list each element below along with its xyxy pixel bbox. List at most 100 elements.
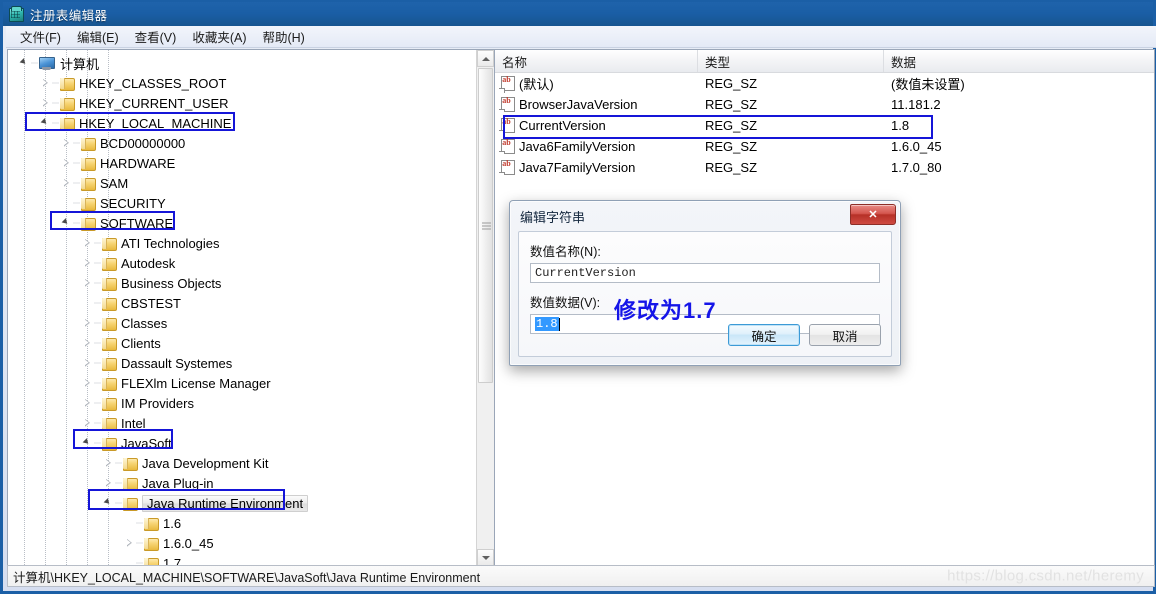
tree-connector-line [115, 453, 122, 473]
column-header-data[interactable]: 数据 [884, 50, 1154, 72]
registry-editor-window: 注册表编辑器 文件(F) 编辑(E) 查看(V) 收藏夹(A) 帮助(H) 计算机 HKE… [0, 0, 1156, 594]
triangle-collapsed-icon[interactable] [81, 233, 94, 253]
menu-edit[interactable]: 编辑(E) [69, 25, 127, 48]
cell-type: REG_SZ [705, 160, 758, 175]
triangle-collapsed-icon[interactable] [81, 253, 94, 273]
cell-name: ab BrowserJavaVersion [495, 97, 698, 112]
value-data-text: 1.8 [535, 317, 559, 331]
folder-icon [101, 316, 117, 331]
triangle-collapsed-icon[interactable] [60, 153, 73, 173]
triangle-expanded-icon[interactable] [39, 113, 52, 133]
tree-connector-line [115, 493, 122, 513]
cancel-button[interactable]: 取消 [809, 324, 881, 346]
tree-item-hkey-classes-root[interactable]: HKEY_CLASSES_ROOT [8, 73, 477, 93]
tree-connector-line [52, 93, 59, 113]
tree-item-hkey-local-machine[interactable]: HKEY_LOCAL_MACHINE [8, 113, 477, 133]
triangle-expanded-icon[interactable] [102, 493, 115, 513]
dialog-button-row: 确定 取消 [728, 324, 881, 346]
scroll-up-button[interactable] [477, 50, 494, 67]
tree-item-sam[interactable]: SAM [8, 173, 477, 193]
triangle-collapsed-icon[interactable] [60, 133, 73, 153]
tree-item-java-development-kit[interactable]: Java Development Kit [8, 453, 477, 473]
tree-connector-line [73, 213, 80, 233]
table-row[interactable]: ab Java7FamilyVersion REG_SZ 1.7.0_80 [495, 157, 1154, 178]
cell-name: ab Java7FamilyVersion [495, 160, 698, 175]
scrollbar-thumb[interactable] [478, 68, 493, 383]
tree-item-java-runtime-environment[interactable]: Java Runtime Environment [8, 493, 477, 513]
triangle-collapsed-icon[interactable] [102, 453, 115, 473]
tree-item-[interactable]: 计算机 [8, 53, 477, 73]
triangle-collapsed-icon[interactable] [81, 413, 94, 433]
ok-button[interactable]: 确定 [728, 324, 800, 346]
tree-item-clients[interactable]: Clients [8, 333, 477, 353]
triangle-collapsed-icon[interactable] [81, 313, 94, 333]
triangle-collapsed-icon[interactable] [81, 393, 94, 413]
tree-item-ati-technologies[interactable]: ATI Technologies [8, 233, 477, 253]
tree-item-autodesk[interactable]: Autodesk [8, 253, 477, 273]
value-name-text: BrowserJavaVersion [519, 97, 638, 112]
tree-connector-line [136, 513, 143, 533]
tree-item-javasoft[interactable]: JavaSoft [8, 433, 477, 453]
tree-item-java-plug-in[interactable]: Java Plug-in [8, 473, 477, 493]
menu-bar: 文件(F) 编辑(E) 查看(V) 收藏夹(A) 帮助(H) [6, 26, 1156, 48]
tree-item-im-providers[interactable]: IM Providers [8, 393, 477, 413]
tree-item-dassault-systemes[interactable]: Dassault Systemes [8, 353, 477, 373]
cell-data: (数值未设置) [891, 77, 965, 92]
triangle-collapsed-icon[interactable] [81, 373, 94, 393]
tree-item-cbstest[interactable]: CBSTEST [8, 293, 477, 313]
tree-item-label: ATI Technologies [121, 235, 220, 251]
tree-item-hkey-current-user[interactable]: HKEY_CURRENT_USER [8, 93, 477, 113]
table-row[interactable]: ab (默认) REG_SZ (数值未设置) [495, 73, 1154, 94]
menu-view[interactable]: 查看(V) [127, 25, 185, 48]
column-header-type[interactable]: 类型 [698, 50, 884, 72]
tree-item-hardware[interactable]: HARDWARE [8, 153, 477, 173]
tree-item-intel[interactable]: Intel [8, 413, 477, 433]
folder-icon [80, 156, 96, 171]
triangle-collapsed-icon[interactable] [81, 273, 94, 293]
menu-help[interactable]: 帮助(H) [254, 25, 312, 48]
tree-item-bcd00000000[interactable]: BCD00000000 [8, 133, 477, 153]
triangle-collapsed-icon[interactable] [39, 73, 52, 93]
tree-item-software[interactable]: SOFTWARE [8, 213, 477, 233]
folder-icon [101, 376, 117, 391]
triangle-collapsed-icon[interactable] [39, 93, 52, 113]
triangle-expanded-icon[interactable] [18, 53, 31, 73]
string-value-icon: ab [500, 76, 516, 91]
tree-vertical-scrollbar[interactable] [476, 50, 494, 566]
tree-item-label: Java Runtime Environment [142, 494, 309, 512]
tree-item-label: IM Providers [121, 395, 194, 411]
triangle-collapsed-icon[interactable] [81, 353, 94, 373]
tree-item-business-objects[interactable]: Business Objects [8, 273, 477, 293]
value-name-input[interactable]: CurrentVersion [530, 263, 880, 283]
table-row[interactable]: ab Java6FamilyVersion REG_SZ 1.6.0_45 [495, 136, 1154, 157]
dialog-body: 数值名称(N): CurrentVersion 数值数据(V): 1.8 确定 … [518, 231, 892, 357]
tree-item-label: HKEY_CURRENT_USER [79, 95, 229, 111]
folder-icon [101, 336, 117, 351]
folder-icon [80, 196, 96, 211]
tree-item-1-6-0-45[interactable]: 1.6.0_45 [8, 533, 477, 553]
triangle-expanded-icon[interactable] [60, 213, 73, 233]
table-row[interactable]: ab CurrentVersion REG_SZ 1.8 [495, 115, 1154, 136]
menu-favorites[interactable]: 收藏夹(A) [184, 25, 254, 48]
tree-item-classes[interactable]: Classes [8, 313, 477, 333]
tree-item-label: FLEXlm License Manager [121, 375, 271, 391]
column-header-name[interactable]: 名称 [495, 50, 698, 72]
scrollbar-grip-icon [482, 222, 491, 229]
triangle-collapsed-icon[interactable] [60, 173, 73, 193]
triangle-collapsed-icon[interactable] [102, 473, 115, 493]
tree-item-security[interactable]: SECURITY [8, 193, 477, 213]
cell-type: REG_SZ [705, 76, 758, 91]
menu-file[interactable]: 文件(F) [12, 25, 69, 48]
triangle-expanded-icon[interactable] [81, 433, 94, 453]
folder-icon [80, 216, 96, 231]
triangle-collapsed-icon[interactable] [123, 533, 136, 553]
scroll-down-button[interactable] [477, 549, 494, 566]
tree-item-flexlm-license-manager[interactable]: FLEXlm License Manager [8, 373, 477, 393]
text-caret [558, 317, 560, 331]
dialog-close-button[interactable]: ✕ [850, 204, 896, 225]
tree-item-1-6[interactable]: 1.6 [8, 513, 477, 533]
triangle-collapsed-icon[interactable] [81, 333, 94, 353]
value-name-label: 数值名称(N): [530, 245, 601, 259]
table-row[interactable]: ab BrowserJavaVersion REG_SZ 11.181.2 [495, 94, 1154, 115]
list-column-header: 名称 类型 数据 [495, 50, 1154, 73]
